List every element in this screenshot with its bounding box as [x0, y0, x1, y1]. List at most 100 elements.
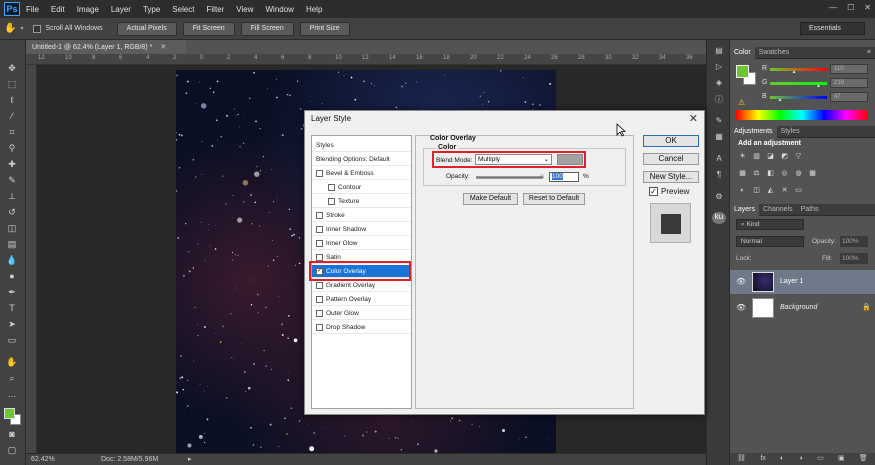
visibility-eye-icon[interactable]: 👁 [736, 277, 746, 286]
link-layers-icon[interactable]: ⛓ [737, 453, 746, 465]
foreground-color-swatch[interactable] [4, 408, 15, 419]
menu-type[interactable]: Type [143, 5, 160, 14]
path-selection-tool-icon[interactable]: ➤ [5, 318, 19, 331]
style-item[interactable]: Drop Shadow [312, 321, 411, 334]
vibrance-icon[interactable]: ▽ [794, 152, 803, 161]
channel-value-r[interactable]: 110 [830, 64, 868, 74]
style-checkbox[interactable] [316, 211, 323, 219]
channel-mixer-icon[interactable]: ◍ [794, 169, 803, 178]
layer-name[interactable]: Background [780, 304, 817, 311]
style-checkbox[interactable] [316, 225, 323, 233]
style-checkbox[interactable] [316, 239, 323, 247]
style-item[interactable]: Texture [312, 195, 411, 208]
blur-tool-icon[interactable]: 💧 [5, 254, 19, 267]
tab-layers[interactable]: Layers [730, 203, 760, 216]
fit-screen-button[interactable]: Fit Screen [182, 21, 235, 36]
move-tool-icon[interactable]: ✥ [5, 62, 19, 75]
rectangle-tool-icon[interactable]: ▭ [5, 334, 19, 347]
cancel-button[interactable]: Cancel [643, 153, 699, 165]
style-item[interactable]: Styles [312, 139, 411, 152]
tab-paths[interactable]: Paths [797, 204, 823, 216]
close-document-icon[interactable]: ✕ [160, 43, 166, 51]
gradient-map-icon[interactable]: ▭ [794, 186, 803, 195]
layer-row[interactable]: 👁 Layer 1 [730, 270, 875, 294]
scroll-all-windows-checkbox[interactable] [33, 24, 42, 33]
dialog-close-icon[interactable]: ✕ [689, 112, 698, 125]
hand-tool-icon[interactable]: ✋ [5, 356, 19, 369]
style-checkbox[interactable] [328, 183, 335, 191]
curves-icon[interactable]: ◪ [766, 152, 775, 161]
channel-slider-thumb[interactable]: ▲ [816, 83, 821, 89]
tab-color[interactable]: Color [730, 46, 755, 59]
selective-color-icon[interactable]: ✕ [780, 186, 789, 195]
exposure-icon[interactable]: ◩ [780, 152, 789, 161]
panel-menu-icon[interactable]: ≡ [867, 49, 871, 56]
lasso-tool-icon[interactable]: ℓ [5, 94, 19, 107]
brush-tool-icon[interactable]: ✎ [5, 174, 19, 187]
properties-panel-icon[interactable]: ▷ [712, 62, 726, 74]
hand-icon[interactable]: ✋ [4, 23, 16, 34]
brightness-icon[interactable]: ☀ [738, 152, 747, 161]
menu-help[interactable]: Help [306, 5, 322, 14]
photo-filter-icon[interactable]: ◎ [780, 169, 789, 178]
new-adjustment-icon[interactable]: ◑ [799, 453, 803, 465]
style-item[interactable]: Pattern Overlay [312, 293, 411, 306]
menu-image[interactable]: Image [77, 5, 99, 14]
history-brush-tool-icon[interactable]: ↺ [5, 206, 19, 219]
new-layer-icon[interactable]: ▣ [838, 453, 845, 465]
layer-filter-kind[interactable]: ⌕ Kind [736, 219, 804, 230]
channel-slider-thumb[interactable]: ▲ [792, 69, 797, 75]
menu-window[interactable]: Window [266, 5, 294, 14]
opacity-value[interactable]: 100% [840, 236, 868, 247]
healing-brush-tool-icon[interactable]: ✚ [5, 158, 19, 171]
delete-layer-icon[interactable]: 🗑 [859, 453, 868, 465]
fx-icon[interactable]: fx [760, 453, 765, 465]
ok-button[interactable]: OK [643, 135, 699, 147]
layer-name[interactable]: Layer 1 [780, 278, 803, 285]
marquee-tool-icon[interactable]: ⬚ [5, 78, 19, 91]
clone-stamp-tool-icon[interactable]: ⊥ [5, 190, 19, 203]
style-item[interactable]: Bevel & Emboss [312, 167, 411, 180]
brush-panel-icon[interactable]: ✎ [712, 116, 726, 128]
style-checkbox[interactable] [316, 323, 323, 331]
opacity-slider-thumb[interactable]: ⌂ [540, 173, 544, 180]
eyedropper-tool-icon[interactable]: ⚲ [5, 142, 19, 155]
zoom-level[interactable]: 62.42% [31, 456, 55, 463]
zoom-tool-icon[interactable]: ⌕ [5, 372, 19, 385]
visibility-eye-icon[interactable]: 👁 [736, 303, 746, 312]
more-tools-icon[interactable]: … [5, 388, 19, 401]
new-group-icon[interactable]: ▭ [817, 453, 824, 465]
close-window-button[interactable]: ✕ [864, 3, 871, 12]
new-style-button[interactable]: New Style... [643, 171, 699, 183]
document-tab[interactable]: Untitled-1 @ 62.4% (Layer 1, RGB/8) * ✕ [26, 40, 186, 54]
preview-checkbox[interactable]: ✓ [649, 187, 658, 196]
eraser-tool-icon[interactable]: ◫ [5, 222, 19, 235]
info-panel-icon[interactable]: ⓘ [712, 94, 726, 106]
menu-layer[interactable]: Layer [111, 5, 131, 14]
color-lookup-icon[interactable]: ▦ [808, 169, 817, 178]
channel-slider-r[interactable] [770, 68, 827, 71]
style-item[interactable]: Contour [312, 181, 411, 194]
fill-value[interactable]: 100% [840, 253, 868, 264]
brush-presets-panel-icon[interactable]: ▦ [712, 132, 726, 144]
tool-presets-panel-icon[interactable]: ⚙ [712, 192, 726, 204]
paragraph-panel-icon[interactable]: ¶ [712, 170, 726, 182]
status-menu-chevron-icon[interactable]: ▸ [188, 455, 192, 463]
menu-edit[interactable]: Edit [51, 5, 65, 14]
tool-preset-chevron-icon[interactable]: ▾ [20, 25, 23, 32]
opacity-slider-track[interactable] [476, 176, 543, 179]
style-checkbox[interactable] [316, 169, 323, 177]
style-item[interactable]: Stroke [312, 209, 411, 222]
workspace-switcher[interactable]: Essentials [800, 22, 865, 35]
tab-swatches[interactable]: Swatches [755, 47, 793, 59]
character-panel-icon[interactable]: A [712, 154, 726, 166]
history-panel-icon[interactable]: ▤ [712, 46, 726, 58]
menu-select[interactable]: Select [172, 5, 194, 14]
channel-value-b[interactable]: 47 [830, 92, 868, 102]
color-balance-icon[interactable]: ⚖ [752, 169, 761, 178]
black-white-icon[interactable]: ◧ [766, 169, 775, 178]
gradient-tool-icon[interactable]: ▤ [5, 238, 19, 251]
style-checkbox[interactable] [328, 197, 335, 205]
tab-styles[interactable]: Styles [777, 126, 804, 138]
quick-selection-tool-icon[interactable]: ⁄ [5, 110, 19, 123]
